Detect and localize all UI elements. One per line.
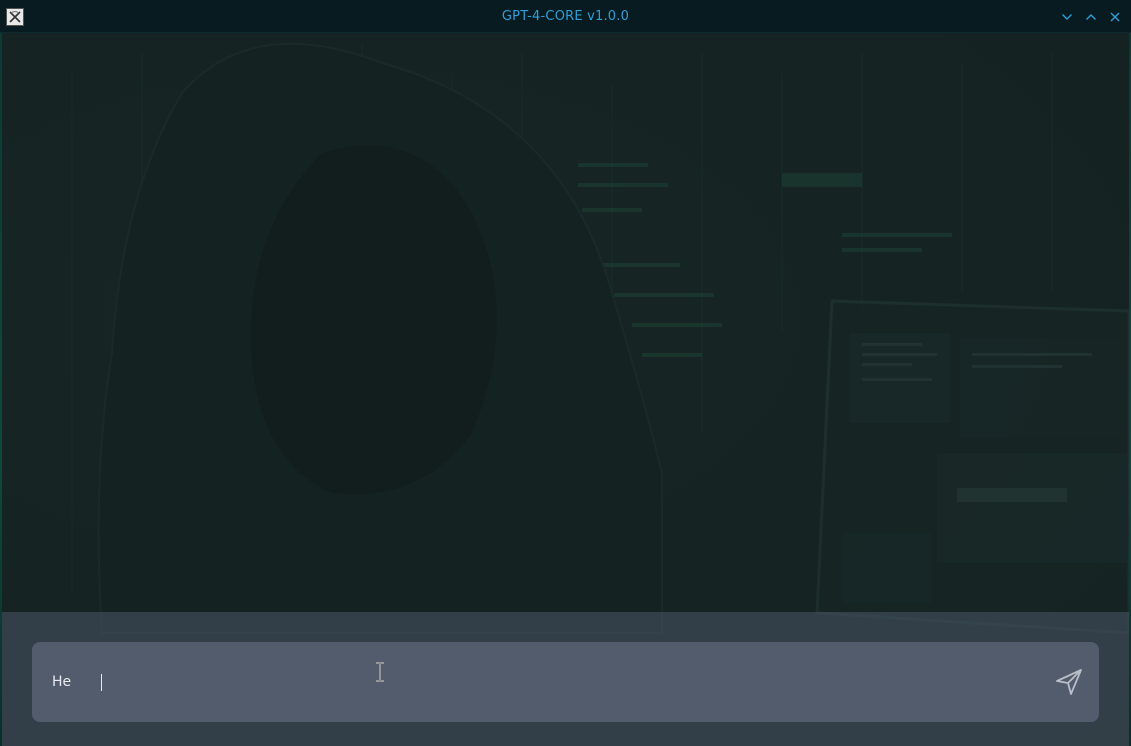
window-edge-left (0, 33, 2, 746)
close-button[interactable] (1107, 9, 1123, 25)
chevron-down-icon (1062, 14, 1072, 20)
message-input[interactable] (52, 671, 1032, 693)
text-caret (101, 674, 102, 691)
window-title: GPT-4-CORE v1.0.0 (501, 9, 630, 24)
minimize-button[interactable] (1059, 9, 1075, 25)
message-input-box[interactable] (32, 642, 1099, 722)
close-icon (1110, 12, 1120, 22)
composer-panel (2, 612, 1129, 746)
maximize-button[interactable] (1083, 9, 1099, 25)
send-icon (1056, 669, 1082, 695)
send-button[interactable] (1053, 666, 1085, 698)
title-bar[interactable]: GPT-4-CORE v1.0.0 (0, 0, 1131, 33)
chevron-up-icon (1086, 14, 1096, 20)
app-window: GPT-4-CORE v1.0.0 (0, 0, 1131, 746)
window-controls (1059, 9, 1123, 25)
